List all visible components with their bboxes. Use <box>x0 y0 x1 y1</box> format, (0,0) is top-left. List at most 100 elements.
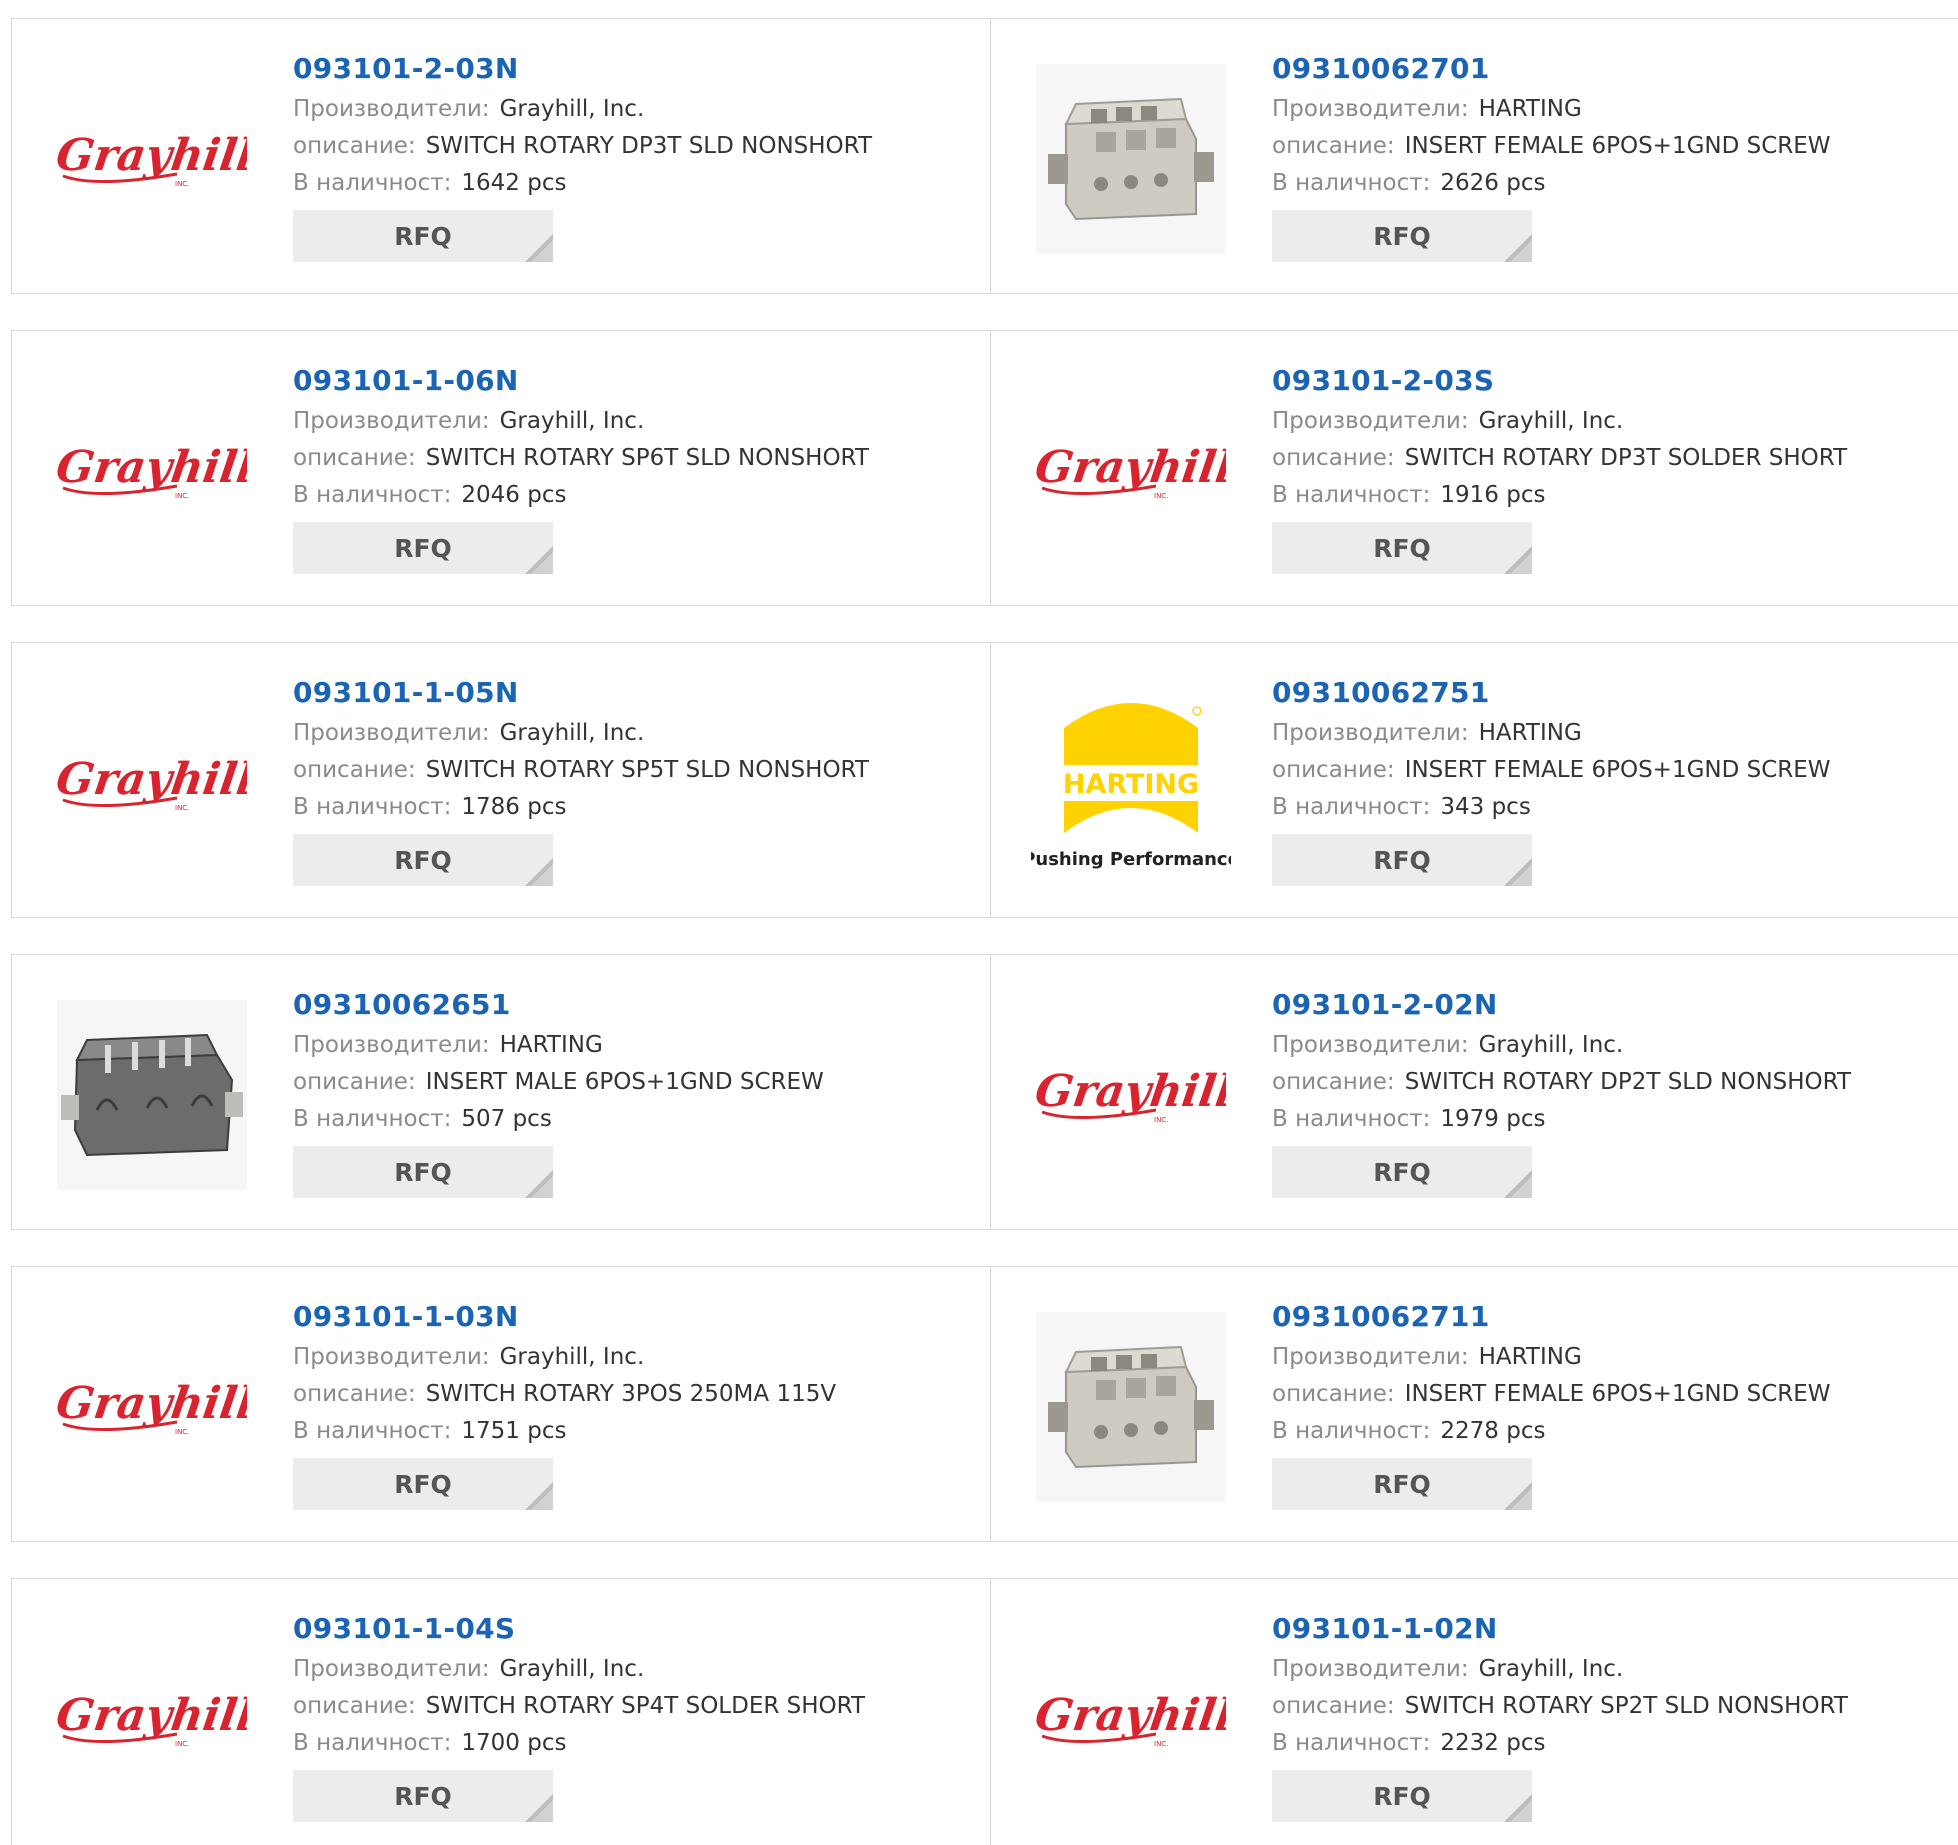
rfq-label: RFQ <box>1373 221 1431 251</box>
manufacturer-label: Производители: <box>1272 1656 1469 1682</box>
manufacturer-value: Grayhill, Inc. <box>499 408 645 434</box>
stock-value: 507 pcs <box>461 1106 552 1132</box>
product-image-connector-female-photo[interactable] <box>1031 1307 1231 1507</box>
part-number-link[interactable]: 09310062651 <box>293 985 973 1027</box>
part-number-link[interactable]: 093101-1-03N <box>293 1297 973 1339</box>
product-image-grayhill-logo[interactable]: Grayhill INC. <box>1031 995 1231 1195</box>
product-info: 09310062711 Производители: HARTING описан… <box>1272 1297 1952 1510</box>
description-line: описание: SWITCH ROTARY SP2T SLD NONSHORT <box>1272 1688 1952 1725</box>
stock-line: В наличност: 2046 pcs <box>293 477 973 514</box>
stock-label: В наличност: <box>1272 1730 1431 1756</box>
product-info: 093101-1-05N Производители: Grayhill, Inc… <box>293 673 973 886</box>
product-info: 09310062651 Производители: HARTING описан… <box>293 985 973 1198</box>
manufacturer-label: Производители: <box>293 96 490 122</box>
description-line: описание: SWITCH ROTARY DP3T SLD NONSHORT <box>293 128 973 165</box>
stock-value: 1751 pcs <box>461 1418 567 1444</box>
manufacturer-line: Производители: Grayhill, Inc. <box>1272 1027 1952 1064</box>
grayhill-wordmark: Grayhill <box>57 1689 247 1741</box>
part-number-link[interactable]: 09310062711 <box>1272 1297 1952 1339</box>
grayhill-wordmark: Grayhill <box>1036 1065 1226 1117</box>
product-info: 09310062751 Производители: HARTING описан… <box>1272 673 1952 886</box>
description-line: описание: INSERT FEMALE 6POS+1GND SCREW <box>1272 128 1952 165</box>
product-image-grayhill-logo[interactable]: Grayhill INC. <box>1031 371 1231 571</box>
manufacturer-line: Производители: Grayhill, Inc. <box>293 91 973 128</box>
rfq-button[interactable]: RFQ <box>293 1770 553 1822</box>
part-number-link[interactable]: 09310062751 <box>1272 673 1952 715</box>
stock-line: В наличност: 2232 pcs <box>1272 1725 1952 1762</box>
description-label: описание: <box>1272 133 1395 159</box>
product-info: 093101-1-04S Производители: Grayhill, Inc… <box>293 1609 973 1822</box>
grayhill-wordmark: Grayhill <box>57 441 247 493</box>
rfq-corner-inner <box>1510 1488 1532 1510</box>
rfq-label: RFQ <box>394 1157 452 1187</box>
stock-label: В наличност: <box>293 170 452 196</box>
rfq-button[interactable]: RFQ <box>1272 522 1532 574</box>
product-image-harting-logo[interactable]: HARTING Pushing Performance <box>1031 683 1231 883</box>
part-number-link[interactable]: 09310062701 <box>1272 49 1952 91</box>
grayhill-wordmark: Grayhill <box>1036 441 1226 493</box>
rfq-label: RFQ <box>394 1469 452 1499</box>
product-card: Grayhill INC. 093101-1-06N Производители… <box>12 331 990 605</box>
product-info: 09310062701 Производители: HARTING описан… <box>1272 49 1952 262</box>
stock-label: В наличност: <box>293 1418 452 1444</box>
rfq-button[interactable]: RFQ <box>293 522 553 574</box>
product-image-grayhill-logo[interactable]: Grayhill INC. <box>1031 1619 1231 1819</box>
product-image-connector-female-photo[interactable] <box>1031 59 1231 259</box>
rfq-button[interactable]: RFQ <box>1272 1770 1532 1822</box>
product-image-grayhill-logo[interactable]: Grayhill INC. <box>52 371 252 571</box>
manufacturer-value: HARTING <box>1478 96 1582 122</box>
rfq-button[interactable]: RFQ <box>293 1146 553 1198</box>
rfq-label: RFQ <box>394 1781 452 1811</box>
rfq-corner-inner <box>1510 240 1532 262</box>
description-value: SWITCH ROTARY SP4T SOLDER SHORT <box>425 1693 866 1719</box>
part-number-link[interactable]: 093101-1-06N <box>293 361 973 403</box>
stock-line: В наличност: 343 pcs <box>1272 789 1952 826</box>
manufacturer-value: Grayhill, Inc. <box>499 1344 645 1370</box>
part-number-link[interactable]: 093101-1-02N <box>1272 1609 1952 1651</box>
manufacturer-line: Производители: Grayhill, Inc. <box>293 1651 973 1688</box>
description-value: SWITCH ROTARY SP2T SLD NONSHORT <box>1404 1693 1848 1719</box>
stock-label: В наличност: <box>293 1106 452 1132</box>
rfq-button[interactable]: RFQ <box>1272 834 1532 886</box>
product-info: 093101-2-03S Производители: Grayhill, Inc… <box>1272 361 1952 574</box>
product-info: 093101-2-02N Производители: Grayhill, Inc… <box>1272 985 1952 1198</box>
product-image-grayhill-logo[interactable]: Grayhill INC. <box>52 1307 252 1507</box>
grayhill-logo-svg: Grayhill INC. <box>57 441 247 500</box>
description-value: INSERT MALE 6POS+1GND SCREW <box>425 1069 824 1095</box>
rfq-button[interactable]: RFQ <box>293 1458 553 1510</box>
product-image-grayhill-logo[interactable]: Grayhill INC. <box>52 1619 252 1819</box>
description-line: описание: SWITCH ROTARY DP2T SLD NONSHORT <box>1272 1064 1952 1101</box>
stock-label: В наличност: <box>1272 482 1431 508</box>
manufacturer-label: Производители: <box>293 408 490 434</box>
manufacturer-value: Grayhill, Inc. <box>499 1656 645 1682</box>
product-image-grayhill-logo[interactable]: Grayhill INC. <box>52 59 252 259</box>
description-line: описание: INSERT MALE 6POS+1GND SCREW <box>293 1064 973 1101</box>
description-value: SWITCH ROTARY DP2T SLD NONSHORT <box>1404 1069 1852 1095</box>
rfq-button[interactable]: RFQ <box>293 834 553 886</box>
stock-label: В наличност: <box>293 794 452 820</box>
part-number-link[interactable]: 093101-2-03S <box>1272 361 1952 403</box>
stock-value: 2046 pcs <box>461 482 567 508</box>
description-value: SWITCH ROTARY DP3T SLD NONSHORT <box>425 133 873 159</box>
description-value: SWITCH ROTARY DP3T SOLDER SHORT <box>1404 445 1848 471</box>
description-line: описание: INSERT FEMALE 6POS+1GND SCREW <box>1272 1376 1952 1413</box>
grayhill-wordmark: Grayhill <box>57 1377 247 1429</box>
product-image-connector-male-photo[interactable] <box>52 995 252 1195</box>
description-line: описание: INSERT FEMALE 6POS+1GND SCREW <box>1272 752 1952 789</box>
product-card: Grayhill INC. 093101-1-02N Производители… <box>991 1579 1958 1845</box>
rfq-button[interactable]: RFQ <box>1272 210 1532 262</box>
part-number-link[interactable]: 093101-1-05N <box>293 673 973 715</box>
manufacturer-value: Grayhill, Inc. <box>499 720 645 746</box>
part-number-link[interactable]: 093101-2-03N <box>293 49 973 91</box>
rfq-label: RFQ <box>1373 1469 1431 1499</box>
manufacturer-value: Grayhill, Inc. <box>499 96 645 122</box>
product-image-grayhill-logo[interactable]: Grayhill INC. <box>52 683 252 883</box>
description-line: описание: SWITCH ROTARY SP5T SLD NONSHORT <box>293 752 973 789</box>
product-row: Grayhill INC. 093101-1-03N Производители… <box>11 1266 1958 1542</box>
rfq-button[interactable]: RFQ <box>1272 1458 1532 1510</box>
part-number-link[interactable]: 093101-1-04S <box>293 1609 973 1651</box>
stock-line: В наличност: 1642 pcs <box>293 165 973 202</box>
rfq-button[interactable]: RFQ <box>293 210 553 262</box>
part-number-link[interactable]: 093101-2-02N <box>1272 985 1952 1027</box>
rfq-button[interactable]: RFQ <box>1272 1146 1532 1198</box>
